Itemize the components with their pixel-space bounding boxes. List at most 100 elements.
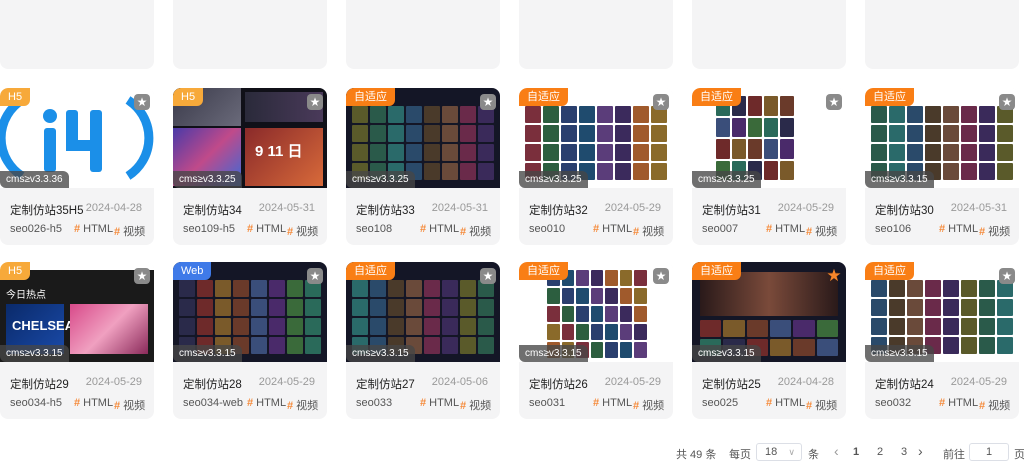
template-card[interactable]: 自适应 ★ cms≥v3.3.15 定制仿站27 2024-05-06 seo0… bbox=[346, 262, 500, 419]
star-icon[interactable]: ★ bbox=[480, 94, 496, 110]
star-icon[interactable]: ★ bbox=[134, 268, 150, 284]
template-card[interactable]: 定制仿站37H5 2024-04-28 seo028-h5 #HTML #视频 bbox=[519, 0, 673, 69]
template-card[interactable]: 定制仿站38 2024-05-29 seo029 #HTML #视频 bbox=[173, 0, 327, 69]
template-card[interactable]: 定制仿站36 2024-04-28 seo027 #HTML #视频 bbox=[692, 0, 846, 69]
template-card[interactable]: 自适应 ★ cms≥v3.3.25 定制仿站33 2024-05-31 seo1… bbox=[346, 88, 500, 245]
card-title[interactable]: 定制仿站24 bbox=[875, 376, 934, 392]
pagination-total: 共 49 条 bbox=[676, 449, 717, 461]
tag-video[interactable]: # 视频 bbox=[114, 397, 145, 413]
card-title[interactable]: 定制仿站31 bbox=[702, 202, 761, 218]
per-page-select[interactable]: 18 ∨ bbox=[756, 443, 802, 461]
tag-video[interactable]: # 视频 bbox=[979, 223, 1010, 239]
tag-html[interactable]: # HTML bbox=[939, 223, 978, 235]
template-card[interactable]: 定制仿站37WEB 2024-04-28 seo028-web #HTML #视… bbox=[346, 0, 500, 69]
tag-video[interactable]: # 视频 bbox=[287, 397, 318, 413]
template-card[interactable]: 今日热点 CHELSEA H5 ★ cms≥v3.3.15 定制仿站29 202… bbox=[0, 262, 154, 419]
tag-video[interactable]: # 视频 bbox=[806, 397, 837, 413]
tag-html[interactable]: # HTML bbox=[420, 223, 459, 235]
type-badge: 自适应 bbox=[692, 262, 741, 280]
template-card[interactable]: Web ★ cms≥v3.3.15 定制仿站28 2024-05-29 seo0… bbox=[173, 262, 327, 419]
card-thumbnail[interactable]: 9 11 日 H5 ★ cms≥v3.3.25 bbox=[173, 88, 327, 188]
tag-video[interactable]: # 视频 bbox=[633, 397, 664, 413]
tag-video[interactable]: # 视频 bbox=[633, 223, 664, 239]
card-title[interactable]: 定制仿站26 bbox=[529, 376, 588, 392]
card-thumbnail[interactable]: H5 ★ cms≥v3.3.36 bbox=[0, 88, 154, 188]
hash-icon: # bbox=[460, 226, 467, 238]
tag-html[interactable]: # HTML bbox=[766, 397, 805, 409]
star-icon[interactable]: ★ bbox=[307, 268, 323, 284]
tag-html[interactable]: # HTML bbox=[420, 397, 459, 409]
card-title[interactable]: 定制仿站25 bbox=[702, 376, 761, 392]
next-page-button[interactable]: › bbox=[918, 443, 923, 459]
template-card[interactable]: H5 ★ cms≥v3.3.36 定制仿站35H5 2024-04-28 seo… bbox=[0, 88, 154, 245]
template-card[interactable]: 自适应 ★ cms≥v3.3.25 定制仿站32 2024-05-29 seo0… bbox=[519, 88, 673, 245]
template-card[interactable]: 定制仿站35WEB 2024-04-28 seo026-web #HTML #视… bbox=[865, 0, 1019, 69]
goto-page-input[interactable]: 1 bbox=[969, 443, 1009, 461]
star-icon[interactable]: ★ bbox=[999, 268, 1015, 284]
template-card[interactable]: 自适应 ★ cms≥v3.3.25 定制仿站31 2024-05-29 seo0… bbox=[692, 88, 846, 245]
card-title[interactable]: 定制仿站28 bbox=[183, 376, 242, 392]
type-badge: H5 bbox=[0, 88, 31, 106]
card-thumbnail[interactable]: 自适应 ★ cms≥v3.3.15 bbox=[346, 262, 500, 362]
star-icon[interactable]: ★ bbox=[653, 94, 669, 110]
type-badge: 自适应 bbox=[865, 88, 914, 106]
goto-label: 前往 bbox=[943, 449, 965, 461]
card-title[interactable]: 定制仿站34 bbox=[183, 202, 242, 218]
tag-html[interactable]: # HTML bbox=[766, 223, 805, 235]
template-card[interactable]: 自适应 ★ cms≥v3.3.15 定制仿站25 2024-04-28 seo0… bbox=[692, 262, 846, 419]
card-code: seo025 bbox=[702, 397, 739, 409]
card-thumbnail[interactable]: 自适应 ★ cms≥v3.3.25 bbox=[346, 88, 500, 188]
card-thumbnail[interactable]: 自适应 ★ cms≥v3.3.25 bbox=[692, 88, 846, 188]
card-title[interactable]: 定制仿站29 bbox=[10, 376, 69, 392]
card-title[interactable]: 定制仿站30 bbox=[875, 202, 934, 218]
tag-video[interactable]: # 视频 bbox=[460, 223, 491, 239]
card-thumbnail[interactable]: 自适应 ★ cms≥v3.3.25 bbox=[519, 88, 673, 188]
card-thumbnail[interactable]: Web ★ cms≥v3.3.15 bbox=[173, 262, 327, 362]
card-thumbnail[interactable]: 自适应 ★ cms≥v3.3.15 bbox=[692, 262, 846, 362]
tag-html[interactable]: # HTML bbox=[74, 397, 113, 409]
template-card[interactable]: 自适应 ★ cms≥v3.3.15 定制仿站24 2024-05-29 seo0… bbox=[865, 262, 1019, 419]
template-card[interactable]: 自适应 ★ cms≥v3.3.15 定制仿站30 2024-05-31 seo1… bbox=[865, 88, 1019, 245]
card-date: 2024-04-28 bbox=[85, 202, 142, 214]
hash-icon: # bbox=[247, 397, 254, 409]
card-title[interactable]: 定制仿站32 bbox=[529, 202, 588, 218]
tag-html[interactable]: # HTML bbox=[593, 223, 632, 235]
tag-html[interactable]: # HTML bbox=[247, 223, 286, 235]
tag-html[interactable]: # HTML bbox=[593, 397, 632, 409]
star-icon[interactable]: ★ bbox=[307, 94, 323, 110]
poster-text: 9 11 日 bbox=[255, 143, 303, 160]
template-card[interactable]: 自适应 ★ cms≥v3.3.15 定制仿站26 2024-05-29 seo0… bbox=[519, 262, 673, 419]
card-thumbnail[interactable]: 自适应 ★ cms≥v3.3.15 bbox=[865, 88, 1019, 188]
page-2-button[interactable]: 2 bbox=[877, 446, 883, 460]
star-icon[interactable]: ★ bbox=[134, 94, 150, 110]
card-thumbnail[interactable]: 自适应 ★ cms≥v3.3.15 bbox=[519, 262, 673, 362]
card-title[interactable]: 定制仿站35H5 bbox=[10, 202, 84, 218]
star-icon[interactable]: ★ bbox=[826, 94, 842, 110]
cms-version-badge: cms≥v3.3.25 bbox=[692, 171, 761, 188]
thumb-heading: 今日热点 bbox=[6, 290, 46, 301]
card-title[interactable]: 定制仿站27 bbox=[356, 376, 415, 392]
template-card[interactable]: 定制仿站39 2024-05-06 seo107 #HTML #视频 bbox=[0, 0, 154, 69]
tag-video[interactable]: # 视频 bbox=[460, 397, 491, 413]
tag-html[interactable]: # HTML bbox=[74, 223, 113, 235]
hash-icon: # bbox=[114, 400, 121, 412]
tag-video[interactable]: # 视频 bbox=[287, 223, 318, 239]
card-thumbnail[interactable]: 今日热点 CHELSEA H5 ★ cms≥v3.3.15 bbox=[0, 262, 154, 362]
star-icon[interactable]: ★ bbox=[999, 94, 1015, 110]
star-icon[interactable]: ★ bbox=[480, 268, 496, 284]
template-card[interactable]: 9 11 日 H5 ★ cms≥v3.3.25 定制仿站34 2024-05-3… bbox=[173, 88, 327, 245]
star-icon[interactable]: ★ bbox=[826, 267, 842, 284]
card-thumbnail[interactable]: 自适应 ★ cms≥v3.3.15 bbox=[865, 262, 1019, 362]
card-title[interactable]: 定制仿站33 bbox=[356, 202, 415, 218]
tag-video[interactable]: # 视频 bbox=[979, 397, 1010, 413]
type-badge: 自适应 bbox=[519, 88, 568, 106]
tag-html[interactable]: # HTML bbox=[939, 397, 978, 409]
prev-page-button[interactable]: ‹ bbox=[834, 443, 839, 459]
page-3-button[interactable]: 3 bbox=[901, 446, 907, 460]
page-1-button[interactable]: 1 bbox=[853, 446, 859, 460]
tag-html[interactable]: # HTML bbox=[247, 397, 286, 409]
hash-icon: # bbox=[806, 226, 813, 238]
star-icon[interactable]: ★ bbox=[653, 268, 669, 284]
tag-video[interactable]: # 视频 bbox=[806, 223, 837, 239]
tag-video[interactable]: # 视频 bbox=[114, 223, 145, 239]
